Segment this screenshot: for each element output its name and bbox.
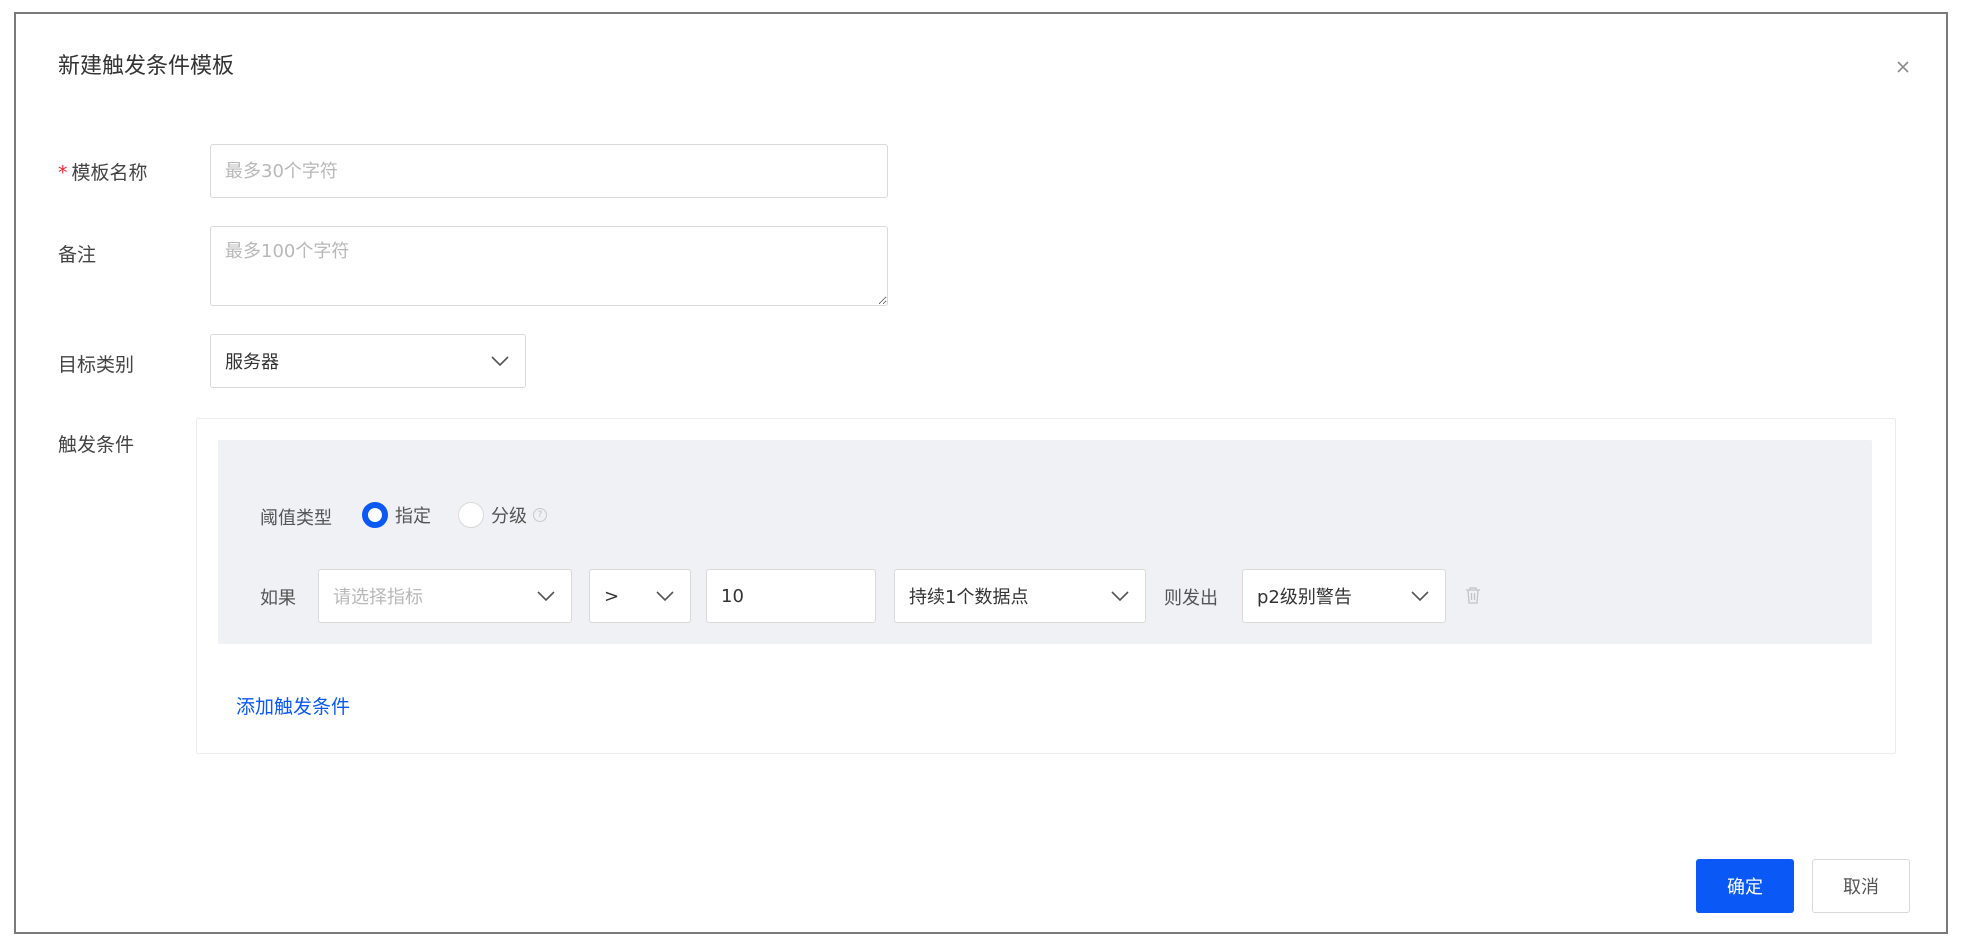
dialog-title: 新建触发条件模板 [58,54,235,79]
chevron-down-icon [1109,585,1131,607]
radio-checked-icon [362,502,388,528]
radio-unchecked-icon [458,502,484,528]
name-label: * 模板名称 [58,162,148,184]
alert-level-select-value: p2级别警告 [1257,587,1352,608]
target-select-value: 服务器 [225,352,279,373]
chevron-down-icon [489,350,511,372]
alert-level-select[interactable]: p2级别警告 [1242,569,1446,623]
chevron-down-icon [654,585,676,607]
add-trigger-condition-link[interactable]: 添加触发条件 [236,692,350,719]
close-icon [1897,61,1909,73]
threshold-value-input[interactable] [706,569,876,623]
if-label: 如果 [260,588,296,609]
required-mark: * [58,162,68,184]
chevron-down-icon [1409,585,1431,607]
duration-select-value: 持续1个数据点 [909,587,1029,608]
chevron-down-icon [535,585,557,607]
metric-select[interactable]: 请选择指标 [318,569,572,623]
close-button[interactable] [1886,50,1920,84]
remark-textarea[interactable] [210,226,888,306]
confirm-button[interactable]: 确定 [1696,859,1794,913]
operator-select[interactable]: > [589,569,691,623]
template-name-input[interactable] [210,144,888,198]
operator-select-value: > [604,585,620,607]
duration-select[interactable]: 持续1个数据点 [894,569,1146,623]
radio-graded[interactable]: 分级 ? [458,502,547,528]
target-label: 目标类别 [58,354,135,376]
remark-label: 备注 [58,244,97,266]
trash-icon [1466,587,1480,604]
target-select[interactable]: 服务器 [210,334,526,388]
cancel-button[interactable]: 取消 [1812,859,1910,913]
metric-select-placeholder: 请选择指标 [333,587,423,608]
delete-rule-button[interactable] [1464,585,1484,607]
then-label: 则发出 [1164,588,1218,609]
radio-specified[interactable]: 指定 [362,502,431,528]
trigger-label: 触发条件 [58,434,135,456]
threshold-type-label: 阈值类型 [260,508,332,529]
info-icon[interactable]: ? [533,508,547,522]
